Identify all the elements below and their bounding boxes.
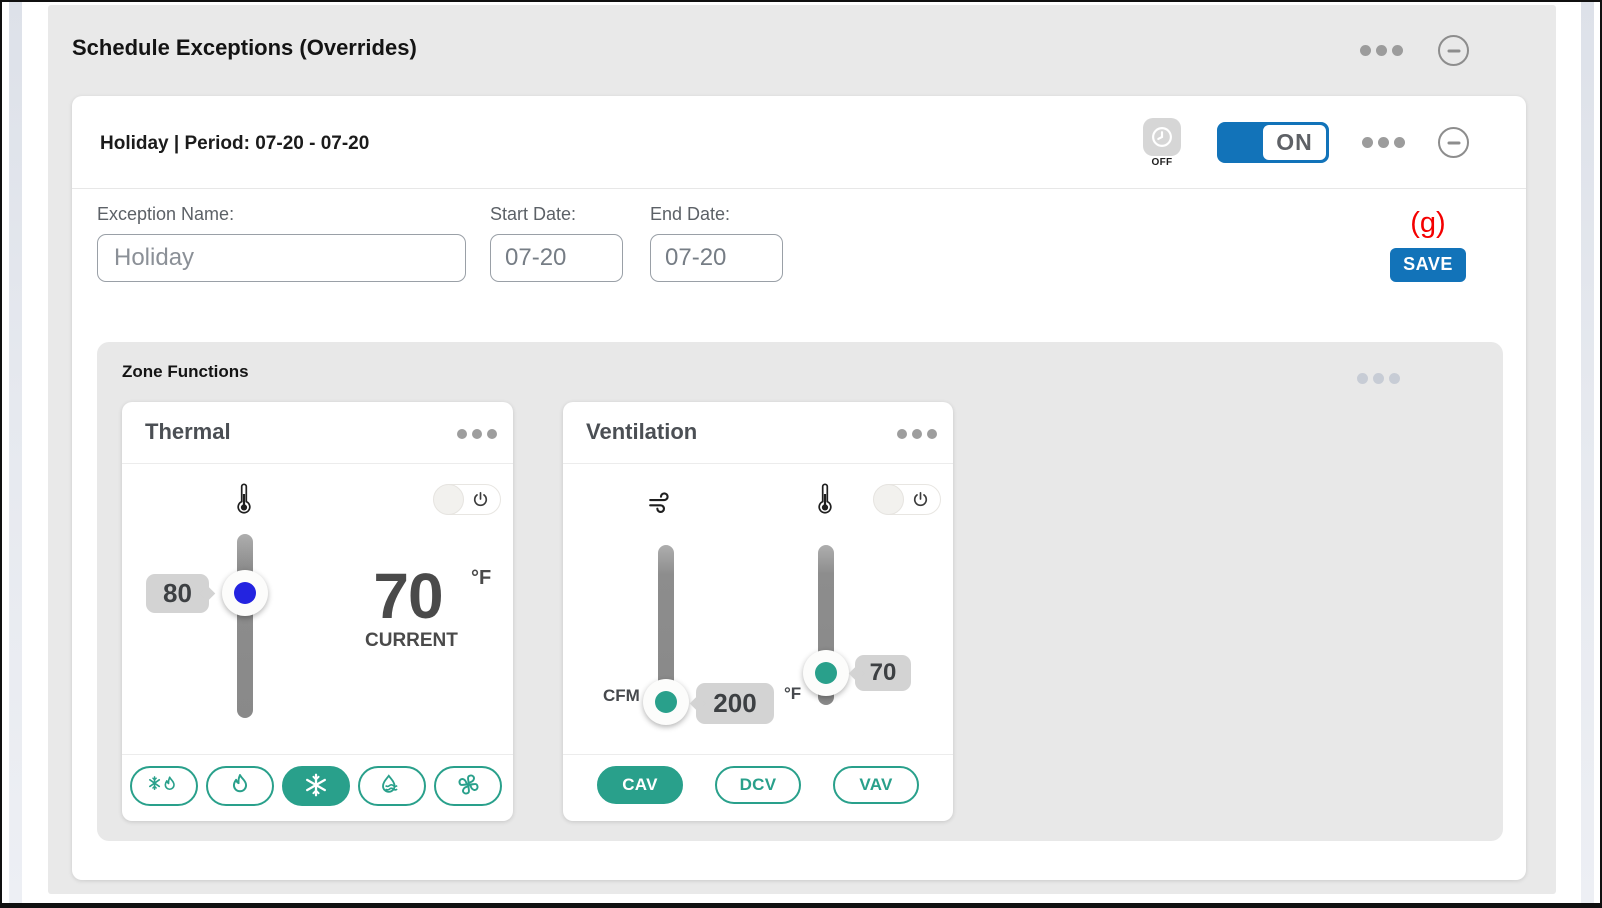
end-date-input[interactable] [650, 234, 783, 282]
vent-temperature-slider-handle[interactable] [803, 650, 849, 696]
annotation-g: (g) [1410, 208, 1445, 240]
start-date-input[interactable] [490, 234, 623, 282]
current-temperature-value: 70 [365, 564, 451, 628]
airflow-value-badge: 200 [696, 683, 774, 724]
fan-mode-button[interactable] [434, 766, 502, 806]
page-title: Schedule Exceptions (Overrides) [72, 35, 417, 61]
left-edge-strip [9, 2, 22, 903]
thermal-slider-handle[interactable] [222, 570, 268, 616]
start-date-label: Start Date: [490, 204, 623, 225]
thermal-power-toggle[interactable] [434, 484, 501, 515]
ellipsis-icon[interactable] [897, 429, 937, 439]
vav-mode-button[interactable]: VAV [833, 766, 919, 804]
thermal-setpoint-badge: 80 [146, 574, 209, 613]
ventilation-title: Ventilation [586, 419, 697, 445]
airflow-unit-label: CFM [603, 686, 640, 706]
auto-mode-button[interactable] [130, 766, 198, 806]
auto-mode-icon [147, 772, 181, 801]
thermal-setpoint-slider[interactable] [237, 534, 253, 718]
ventilation-card: Ventilation CFM 200 [563, 402, 953, 821]
schedule-exceptions-panel: Schedule Exceptions (Overrides) Holiday … [48, 5, 1556, 894]
zone-functions-title: Zone Functions [122, 362, 249, 382]
collapse-minus-icon[interactable] [1438, 127, 1469, 158]
end-date-label: End Date: [650, 204, 783, 225]
exception-name-label: Exception Name: [97, 204, 466, 225]
exception-enable-toggle[interactable]: ON [1217, 122, 1329, 163]
toggle-knob [873, 484, 904, 515]
heat-mode-icon [227, 772, 253, 801]
thermal-title: Thermal [145, 419, 231, 445]
cool-mode-icon [303, 772, 329, 801]
toggle-on-label: ON [1263, 125, 1326, 160]
ellipsis-icon[interactable] [1360, 45, 1403, 56]
dehumidify-mode-button[interactable] [358, 766, 426, 806]
right-edge-strip [1581, 2, 1594, 903]
thermal-current-block: 70 °F CURRENT [365, 564, 451, 652]
exception-card-header: Holiday | Period: 07-20 - 07-20 OFF ON [72, 96, 1526, 189]
airflow-slider-handle[interactable] [643, 679, 689, 725]
current-temperature-unit: °F [471, 567, 491, 590]
thermometer-icon [815, 482, 835, 521]
exception-card: Holiday | Period: 07-20 - 07-20 OFF ON E… [72, 96, 1526, 880]
cav-mode-button[interactable]: CAV [597, 766, 683, 804]
temperature-unit-label: °F [784, 684, 801, 704]
ellipsis-icon[interactable] [1362, 137, 1405, 148]
wind-icon [647, 490, 679, 521]
heat-mode-button[interactable] [206, 766, 274, 806]
schedule-off-label: OFF [1152, 157, 1173, 168]
save-button[interactable]: SAVE [1390, 248, 1466, 282]
ellipsis-icon[interactable] [1357, 373, 1400, 384]
toggle-knob [433, 484, 464, 515]
thermometer-icon [234, 482, 254, 521]
cool-mode-button[interactable] [282, 766, 350, 806]
vent-temperature-value-badge: 70 [855, 655, 911, 691]
zone-functions-panel: Zone Functions Thermal 80 [97, 342, 1503, 841]
dehumidify-mode-icon [377, 772, 407, 801]
thermal-card: Thermal 80 70 °F C [122, 402, 513, 821]
current-label: CURRENT [365, 630, 451, 652]
power-icon [471, 490, 490, 509]
clock-icon [1143, 118, 1181, 156]
dcv-mode-button[interactable]: DCV [715, 766, 801, 804]
exception-title: Holiday | Period: 07-20 - 07-20 [100, 133, 369, 155]
schedule-clock-button[interactable]: OFF [1140, 118, 1184, 168]
fan-mode-icon [455, 771, 482, 801]
exception-name-input[interactable] [97, 234, 466, 282]
collapse-minus-icon[interactable] [1438, 35, 1469, 66]
ellipsis-icon[interactable] [457, 429, 497, 439]
power-icon [911, 490, 930, 509]
ventilation-power-toggle[interactable] [874, 484, 941, 515]
